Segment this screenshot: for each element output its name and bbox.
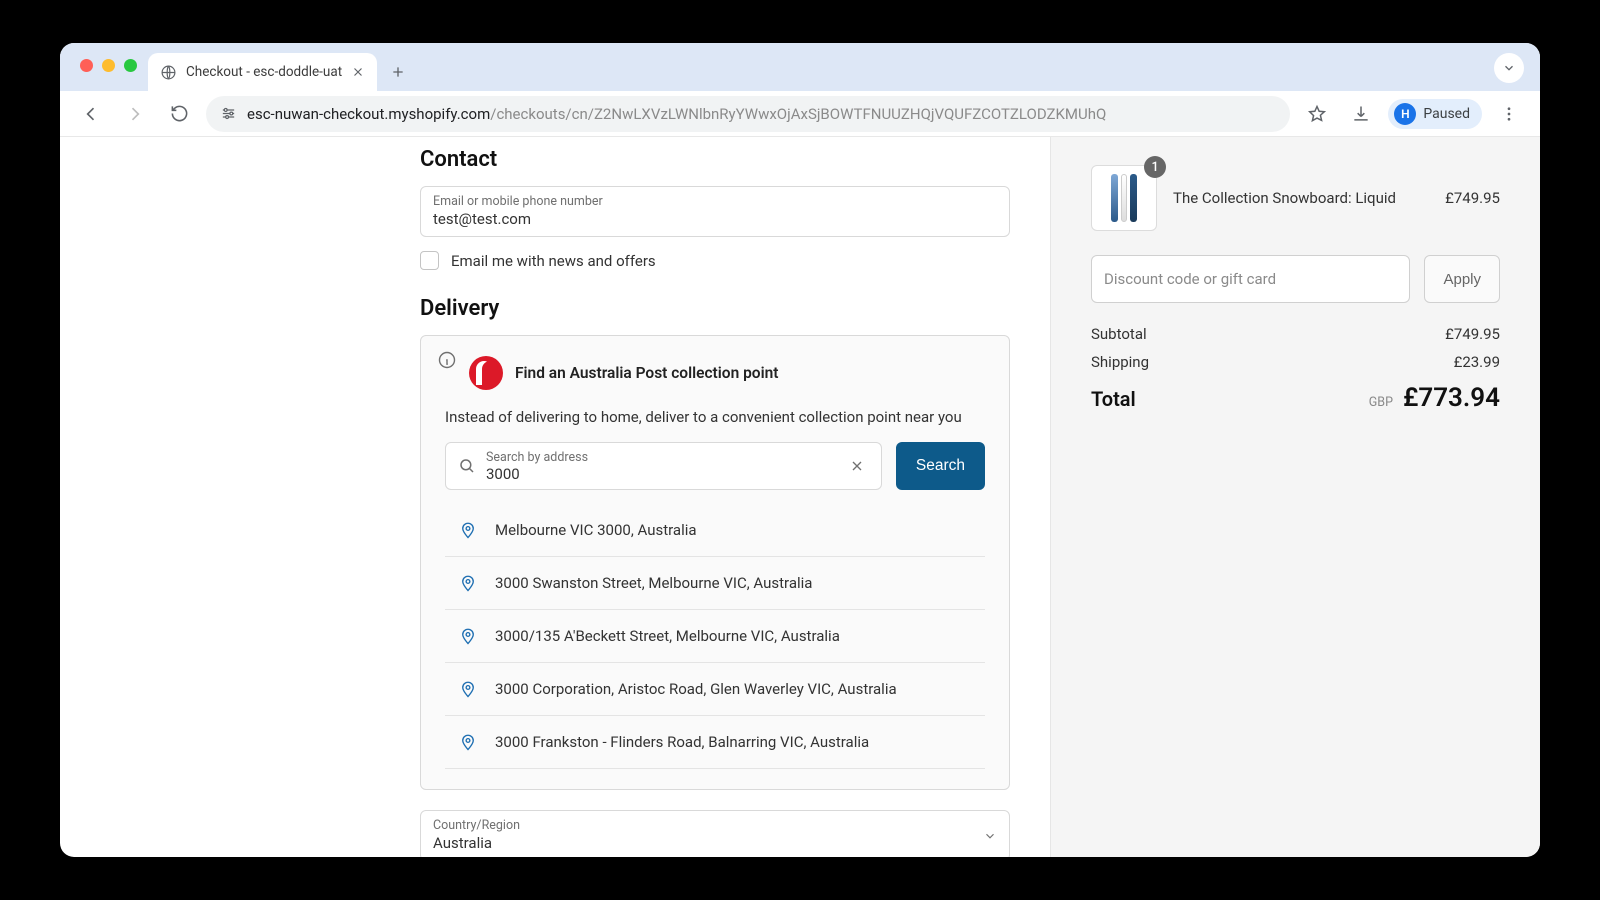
search-result[interactable]: Melbourne VIC 3000, Australia [445, 504, 985, 557]
shipping-value: £23.99 [1454, 353, 1500, 371]
delivery-heading: Delivery [420, 296, 1010, 321]
browser-window: Checkout - esc-doddle-uat esc-nuwan-chec… [60, 43, 1540, 857]
browser-tab[interactable]: Checkout - esc-doddle-uat [148, 53, 377, 91]
subtotal-value: £749.95 [1445, 325, 1500, 343]
country-value: Australia [433, 834, 997, 852]
collection-point-title: Find an Australia Post collection point [515, 364, 778, 382]
location-pin-icon [459, 572, 477, 594]
location-pin-icon [459, 625, 477, 647]
collection-point-description: Instead of delivering to home, deliver t… [445, 408, 985, 426]
search-label: Search by address [486, 450, 845, 465]
chevron-down-icon [983, 829, 997, 843]
quantity-badge: 1 [1144, 156, 1166, 178]
news-checkbox[interactable] [420, 251, 439, 270]
page-content: Contact Email or mobile phone number tes… [60, 137, 1540, 857]
result-text: 3000 Frankston - Flinders Road, Balnarri… [495, 733, 869, 751]
result-text: 3000 Corporation, Aristoc Road, Glen Wav… [495, 680, 897, 698]
profile-status: Paused [1423, 106, 1470, 122]
location-pin-icon [459, 519, 477, 541]
maximize-window-icon[interactable] [124, 59, 137, 72]
bookmark-button[interactable] [1300, 97, 1334, 131]
australia-post-logo-icon [469, 356, 503, 390]
product-price: £749.95 [1445, 189, 1500, 207]
subtotal-label: Subtotal [1091, 325, 1147, 343]
result-text: Melbourne VIC 3000, Australia [495, 521, 697, 539]
clear-search-button[interactable] [845, 454, 869, 478]
search-result[interactable]: 3000 Swanston Street, Melbourne VIC, Aus… [445, 557, 985, 610]
reload-button[interactable] [162, 97, 196, 131]
country-label: Country/Region [433, 818, 997, 833]
globe-icon [160, 64, 177, 81]
currency-code: GBP [1369, 395, 1393, 410]
menu-button[interactable] [1492, 97, 1526, 131]
url-text: esc-nuwan-checkout.myshopify.com/checkou… [247, 105, 1106, 123]
total-value: £773.94 [1403, 383, 1500, 413]
shipping-label: Shipping [1091, 353, 1149, 371]
search-button[interactable]: Search [896, 442, 985, 490]
tab-title: Checkout - esc-doddle-uat [186, 64, 342, 80]
search-result[interactable]: 3000/135 A'Beckett Street, Melbourne VIC… [445, 610, 985, 663]
minimize-window-icon[interactable] [102, 59, 115, 72]
total-label: Total [1091, 387, 1136, 411]
subtotal-row: Subtotal £749.95 [1091, 325, 1500, 343]
shipping-row: Shipping £23.99 [1091, 353, 1500, 371]
contact-heading: Contact [420, 147, 1010, 172]
profile-chip[interactable]: H Paused [1388, 99, 1482, 129]
browser-toolbar: esc-nuwan-checkout.myshopify.com/checkou… [60, 91, 1540, 137]
search-value: 3000 [486, 465, 845, 483]
address-bar[interactable]: esc-nuwan-checkout.myshopify.com/checkou… [206, 96, 1290, 132]
close-tab-icon[interactable] [351, 65, 365, 79]
product-name: The Collection Snowboard: Liquid [1173, 189, 1429, 207]
total-row: Total GBP £773.94 [1091, 383, 1500, 413]
new-tab-button[interactable] [383, 57, 413, 87]
search-results: Melbourne VIC 3000, Australia 3000 Swans… [445, 504, 985, 769]
apply-button[interactable]: Apply [1424, 255, 1500, 303]
search-icon [458, 457, 476, 475]
downloads-button[interactable] [1344, 97, 1378, 131]
site-settings-icon[interactable] [220, 105, 237, 122]
email-label: Email or mobile phone number [433, 194, 997, 209]
back-button[interactable] [74, 97, 108, 131]
cart-item: 1 The Collection Snowboard: Liquid £749.… [1091, 165, 1500, 231]
discount-code-field[interactable]: Discount code or gift card [1091, 255, 1410, 303]
window-controls [80, 59, 137, 72]
search-result[interactable]: 3000 Frankston - Flinders Road, Balnarri… [445, 716, 985, 769]
collection-point-card: Find an Australia Post collection point … [420, 335, 1010, 790]
toolbar-right: H Paused [1300, 97, 1526, 131]
news-label: Email me with news and offers [451, 252, 656, 270]
search-address-field[interactable]: Search by address 3000 [445, 442, 882, 490]
search-result[interactable]: 3000 Corporation, Aristoc Road, Glen Wav… [445, 663, 985, 716]
location-pin-icon [459, 678, 477, 700]
tabs-dropdown-button[interactable] [1494, 53, 1524, 83]
close-window-icon[interactable] [80, 59, 93, 72]
email-value: test@test.com [433, 210, 997, 228]
info-icon [437, 350, 457, 370]
result-text: 3000/135 A'Beckett Street, Melbourne VIC… [495, 627, 840, 645]
email-field[interactable]: Email or mobile phone number test@test.c… [420, 186, 1010, 237]
location-pin-icon [459, 731, 477, 753]
result-text: 3000 Swanston Street, Melbourne VIC, Aus… [495, 574, 812, 592]
order-summary: 1 The Collection Snowboard: Liquid £749.… [1050, 137, 1540, 857]
checkout-main: Contact Email or mobile phone number tes… [60, 137, 1050, 857]
forward-button[interactable] [118, 97, 152, 131]
discount-placeholder: Discount code or gift card [1104, 270, 1276, 288]
tab-strip: Checkout - esc-doddle-uat [60, 43, 1540, 91]
country-field[interactable]: Country/Region Australia [420, 810, 1010, 857]
avatar: H [1394, 103, 1416, 125]
